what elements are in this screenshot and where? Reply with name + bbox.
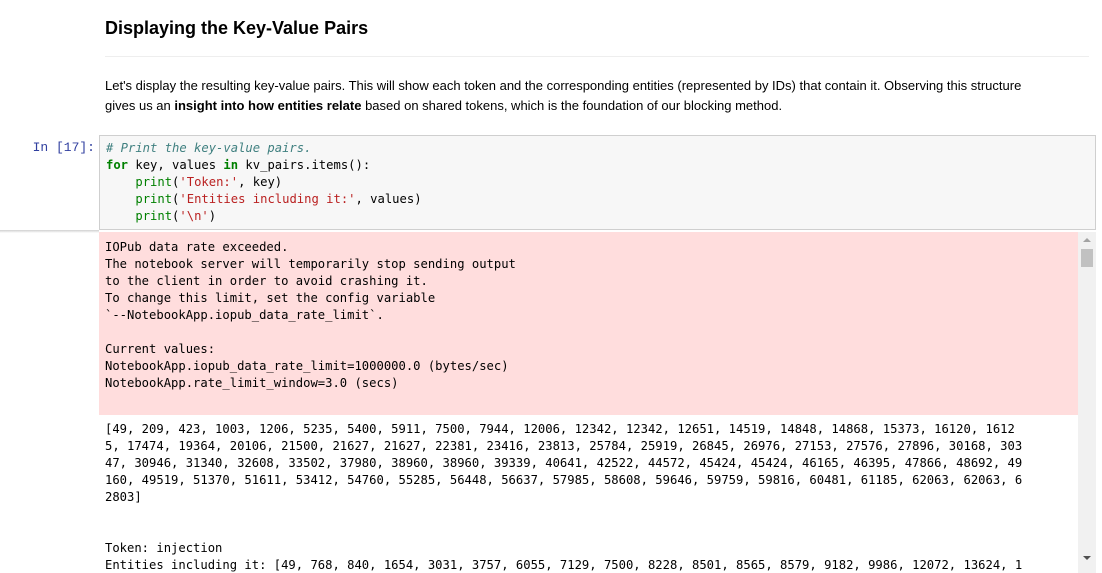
code-text: kv_pairs.items():: [238, 158, 371, 172]
iopub-warning-text: IOPub data rate exceeded. The notebook s…: [105, 240, 516, 390]
code-builtin-print: print: [135, 192, 173, 206]
stdout-token-output: Token: injection Entities including it: …: [105, 541, 1023, 572]
output-scrollbar[interactable]: [1078, 232, 1096, 573]
paragraph-text-2: based on shared tokens, which is the fou…: [361, 98, 783, 113]
code-editor[interactable]: # Print the key-value pairs. for key, va…: [106, 140, 422, 225]
section-heading: Displaying the Key-Value Pairs: [105, 18, 369, 38]
code-keyword-for: for: [106, 158, 129, 172]
code-text: ): [208, 209, 217, 223]
scroll-down-arrow-icon[interactable]: [1083, 556, 1091, 560]
code-builtin-print: print: [135, 175, 173, 189]
code-comment: # Print the key-value pairs.: [106, 141, 312, 155]
code-text: , key): [238, 175, 283, 189]
code-text: key, values: [128, 158, 224, 172]
heading-divider: [105, 56, 1089, 57]
output-area[interactable]: IOPub data rate exceeded. The notebook s…: [99, 232, 1078, 573]
stdout-entity-list: [49, 209, 423, 1003, 1206, 5235, 5400, 5…: [105, 422, 1023, 504]
code-keyword-in: in: [223, 158, 239, 172]
code-string: 'Entities including it:': [179, 192, 356, 206]
paragraph-bold-text: insight into how entities relate: [174, 98, 362, 113]
code-string: 'Token:': [179, 175, 239, 189]
markdown-paragraph: Let's display the resulting key-value pa…: [105, 76, 1055, 116]
code-builtin-print: print: [135, 209, 173, 223]
code-text: , values): [355, 192, 422, 206]
scrollbar-thumb[interactable]: [1081, 249, 1093, 267]
code-string: '\n': [179, 209, 209, 223]
code-cell-input[interactable]: # Print the key-value pairs. for key, va…: [99, 135, 1096, 230]
input-prompt: In [17]:: [32, 140, 95, 155]
output-collapse-shadow: [0, 230, 99, 233]
scroll-up-arrow-icon[interactable]: [1083, 238, 1091, 242]
stderr-output: IOPub data rate exceeded. The notebook s…: [99, 232, 1078, 415]
